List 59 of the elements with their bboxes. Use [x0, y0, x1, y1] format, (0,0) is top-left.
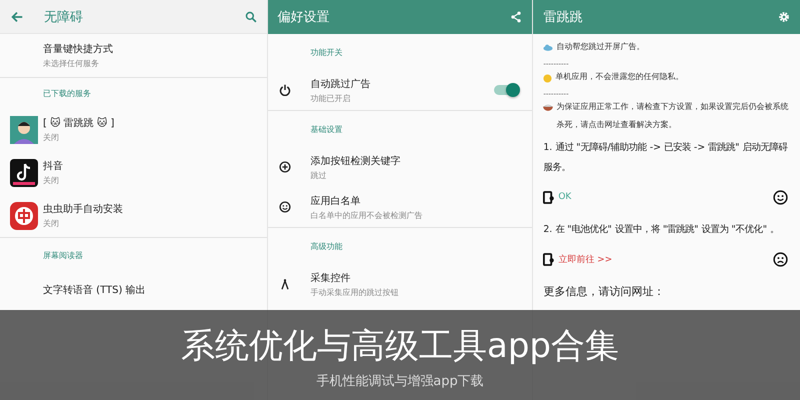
- status-text: OK: [558, 192, 572, 202]
- screen-title: 偏好设置: [278, 9, 330, 26]
- settings-item[interactable]: 自动跳过广告 功能已开启: [268, 70, 532, 110]
- toggle-switch[interactable]: [494, 85, 518, 95]
- phone-icon: [543, 190, 554, 204]
- avatar-icon: [10, 116, 38, 144]
- item-subtitle: 手动采集应用的跳过按钮: [310, 286, 400, 298]
- cloud-icon: [543, 44, 554, 51]
- item-title: 自动跳过广告: [310, 78, 372, 90]
- add-circle-icon: [279, 161, 292, 173]
- settings-item[interactable]: 采集控件 手动采集应用的跳过按钮: [268, 264, 532, 304]
- item-subtitle: 关闭: [43, 218, 60, 229]
- step-text: 1. 通过 "无障碍/辅助功能 -> 已安装 -> 雷跳跳" 启动无障碍服务。: [543, 141, 789, 175]
- item-title: 抖音: [43, 160, 63, 173]
- settings-item[interactable]: 应用白名单 白名单中的应用不会被检测广告: [268, 187, 532, 227]
- item-subtitle: 跳过: [310, 170, 328, 180]
- section-header: 高级功能: [310, 240, 343, 252]
- item-subtitle: 白名单中的应用不会被检测广告: [310, 210, 424, 220]
- share-icon[interactable]: [510, 11, 522, 23]
- note-text: 单机应用，不会泄露您的任何隐私。: [555, 71, 684, 83]
- sun-icon: [543, 74, 552, 83]
- section-header: 屏幕阅读器: [43, 250, 83, 260]
- banner-title: 系统优化与高级工具app合集: [181, 325, 619, 368]
- step-text: 2. 在 "电池优化" 设置中，将 "雷跳跳" 设置为 "不优化" 。: [543, 223, 780, 237]
- note-text: 自动帮您跳过开屏广告。: [556, 41, 644, 53]
- bug-app-icon: [10, 202, 38, 230]
- item-title: 添加按钮检测关键字: [310, 154, 402, 168]
- item-title: 音量键快捷方式: [43, 42, 113, 56]
- more-info-text: 更多信息，请访问网址：: [543, 284, 666, 299]
- section-header: 基础设置: [310, 124, 343, 134]
- power-icon: [279, 84, 292, 96]
- smiley-icon: [773, 190, 788, 204]
- section-header: 功能开关: [310, 46, 343, 58]
- go-now-link[interactable]: 立即前往 >>: [558, 252, 612, 266]
- music-note-icon: [10, 158, 38, 186]
- smiley-icon: [279, 201, 292, 213]
- screen-title: 无障碍: [44, 8, 83, 26]
- item-subtitle: 功能已开启: [310, 92, 352, 104]
- item-title: [ 🐱 雷跳跳 🐱 ]: [43, 116, 114, 130]
- item-title: 虫虫助手自动安装: [43, 202, 123, 216]
- item-subtitle: 未选择任何服务: [43, 58, 99, 69]
- search-icon[interactable]: [244, 10, 257, 22]
- settings-icon[interactable]: [778, 11, 790, 23]
- item-subtitle: 关闭: [43, 132, 60, 143]
- item-title: 采集控件: [310, 272, 352, 284]
- banner-subtitle: 手机性能调试与增强app下载: [316, 373, 484, 390]
- compass-drawing-icon: [279, 278, 292, 290]
- sad-face-icon: [773, 252, 788, 266]
- item-title: 文字转语音 (TTS) 输出: [43, 284, 146, 297]
- item-title: 应用白名单: [310, 194, 362, 208]
- section-header: 已下载的服务: [43, 88, 91, 98]
- list-item[interactable]: 音量键快捷方式 未选择任何服务: [0, 34, 267, 77]
- back-arrow-icon[interactable]: [10, 10, 24, 24]
- phone-icon: [543, 252, 554, 266]
- settings-item[interactable]: 添加按钮检测关键字 跳过: [268, 147, 532, 187]
- screen-title: 雷跳跳: [543, 9, 582, 26]
- note-text: 为保证应用正常工作，请检查下方设置，如果设置完后仍会被系统杀死，请点击网址查看解决方案。: [556, 101, 790, 131]
- item-subtitle: 关闭: [43, 175, 60, 186]
- bowl-icon: [543, 104, 554, 111]
